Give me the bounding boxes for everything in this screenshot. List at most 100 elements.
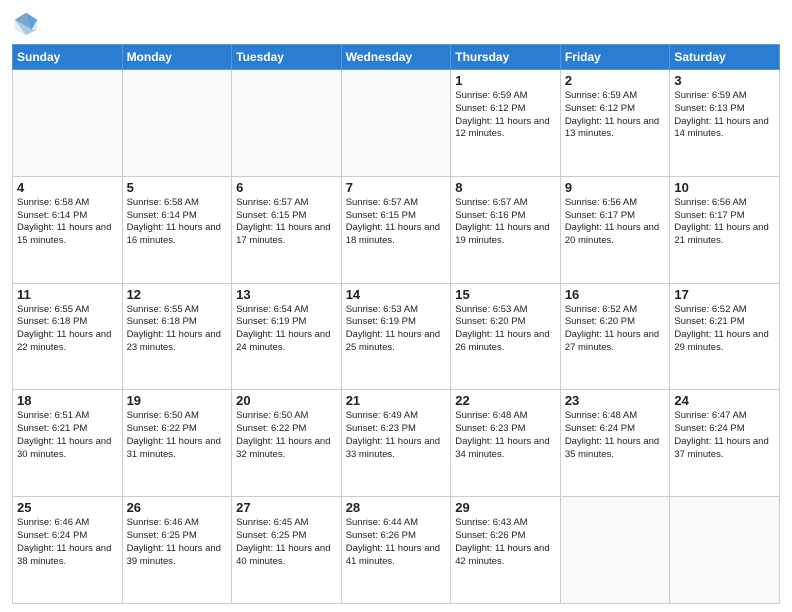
day-info: Sunrise: 6:43 AM Sunset: 6:26 PM Dayligh… <box>455 517 556 568</box>
calendar-cell <box>122 70 232 177</box>
day-number: 1 <box>455 73 556 88</box>
day-info: Sunrise: 6:44 AM Sunset: 6:26 PM Dayligh… <box>346 517 447 568</box>
day-info: Sunrise: 6:47 AM Sunset: 6:24 PM Dayligh… <box>674 410 775 461</box>
day-info: Sunrise: 6:50 AM Sunset: 6:22 PM Dayligh… <box>236 410 337 461</box>
day-number: 14 <box>346 287 447 302</box>
calendar-cell: 12 Sunrise: 6:55 AM Sunset: 6:18 PM Dayli… <box>122 283 232 390</box>
calendar-cell: 6Sunrise: 6:57 AM Sunset: 6:15 PM Daylig… <box>232 176 342 283</box>
calendar-cell: 5Sunrise: 6:58 AM Sunset: 6:14 PM Daylig… <box>122 176 232 283</box>
calendar-cell <box>341 70 451 177</box>
day-number: 8 <box>455 180 556 195</box>
calendar-cell: 18 Sunrise: 6:51 AM Sunset: 6:21 PM Dayli… <box>13 390 123 497</box>
day-info: Sunrise: 6:59 AM Sunset: 6:13 PM Dayligh… <box>674 90 775 141</box>
day-number: 22 <box>455 393 556 408</box>
day-info: Sunrise: 6:46 AM Sunset: 6:25 PM Dayligh… <box>127 517 228 568</box>
calendar-cell: 15 Sunrise: 6:53 AM Sunset: 6:20 PM Dayli… <box>451 283 561 390</box>
logo <box>12 10 44 38</box>
day-info: Sunrise: 6:48 AM Sunset: 6:24 PM Dayligh… <box>565 410 666 461</box>
calendar-cell: 22 Sunrise: 6:48 AM Sunset: 6:23 PM Dayli… <box>451 390 561 497</box>
day-info: Sunrise: 6:58 AM Sunset: 6:14 PM Dayligh… <box>127 197 228 248</box>
calendar-cell <box>232 70 342 177</box>
day-info: Sunrise: 6:49 AM Sunset: 6:23 PM Dayligh… <box>346 410 447 461</box>
day-info: Sunrise: 6:56 AM Sunset: 6:17 PM Dayligh… <box>674 197 775 248</box>
day-info: Sunrise: 6:48 AM Sunset: 6:23 PM Dayligh… <box>455 410 556 461</box>
calendar-cell: 27 Sunrise: 6:45 AM Sunset: 6:25 PM Dayli… <box>232 497 342 604</box>
logo-icon <box>12 10 40 38</box>
day-number: 19 <box>127 393 228 408</box>
calendar-cell: 4 Sunrise: 6:58 AM Sunset: 6:14 PM Daylig… <box>13 176 123 283</box>
day-info: Sunrise: 6:53 AM Sunset: 6:20 PM Dayligh… <box>455 304 556 355</box>
calendar-table: SundayMondayTuesdayWednesdayThursdayFrid… <box>12 44 780 604</box>
calendar-cell: 23 Sunrise: 6:48 AM Sunset: 6:24 PM Dayli… <box>560 390 670 497</box>
day-number: 16 <box>565 287 666 302</box>
day-number: 18 <box>17 393 118 408</box>
calendar-cell: 20 Sunrise: 6:50 AM Sunset: 6:22 PM Dayli… <box>232 390 342 497</box>
calendar-cell: 16Sunrise: 6:52 AM Sunset: 6:20 PM Dayli… <box>560 283 670 390</box>
calendar-cell: 7Sunrise: 6:57 AM Sunset: 6:15 PM Daylig… <box>341 176 451 283</box>
day-info: Sunrise: 6:59 AM Sunset: 6:12 PM Dayligh… <box>455 90 556 141</box>
day-info: Sunrise: 6:51 AM Sunset: 6:21 PM Dayligh… <box>17 410 118 461</box>
day-info: Sunrise: 6:52 AM Sunset: 6:21 PM Dayligh… <box>674 304 775 355</box>
calendar-cell: 17 Sunrise: 6:52 AM Sunset: 6:21 PM Dayli… <box>670 283 780 390</box>
weekday-header-thursday: Thursday <box>451 45 561 70</box>
day-info: Sunrise: 6:58 AM Sunset: 6:14 PM Dayligh… <box>17 197 118 248</box>
calendar-cell: 3 Sunrise: 6:59 AM Sunset: 6:13 PM Daylig… <box>670 70 780 177</box>
weekday-header-tuesday: Tuesday <box>232 45 342 70</box>
calendar-cell: 2Sunrise: 6:59 AM Sunset: 6:12 PM Daylig… <box>560 70 670 177</box>
day-number: 27 <box>236 500 337 515</box>
day-number: 4 <box>17 180 118 195</box>
calendar-cell: 1 Sunrise: 6:59 AM Sunset: 6:12 PM Daylig… <box>451 70 561 177</box>
calendar-cell <box>560 497 670 604</box>
weekday-header-friday: Friday <box>560 45 670 70</box>
calendar-cell: 24Sunrise: 6:47 AM Sunset: 6:24 PM Dayli… <box>670 390 780 497</box>
day-number: 7 <box>346 180 447 195</box>
day-number: 23 <box>565 393 666 408</box>
day-number: 25 <box>17 500 118 515</box>
week-row-0: 1 Sunrise: 6:59 AM Sunset: 6:12 PM Daylig… <box>13 70 780 177</box>
calendar-cell: 11Sunrise: 6:55 AM Sunset: 6:18 PM Dayli… <box>13 283 123 390</box>
weekday-header-wednesday: Wednesday <box>341 45 451 70</box>
day-info: Sunrise: 6:55 AM Sunset: 6:18 PM Dayligh… <box>127 304 228 355</box>
calendar-cell: 10Sunrise: 6:56 AM Sunset: 6:17 PM Dayli… <box>670 176 780 283</box>
calendar-cell: 19 Sunrise: 6:50 AM Sunset: 6:22 PM Dayli… <box>122 390 232 497</box>
day-info: Sunrise: 6:57 AM Sunset: 6:16 PM Dayligh… <box>455 197 556 248</box>
day-number: 13 <box>236 287 337 302</box>
week-row-1: 4 Sunrise: 6:58 AM Sunset: 6:14 PM Daylig… <box>13 176 780 283</box>
weekday-header-row: SundayMondayTuesdayWednesdayThursdayFrid… <box>13 45 780 70</box>
day-info: Sunrise: 6:55 AM Sunset: 6:18 PM Dayligh… <box>17 304 118 355</box>
day-number: 3 <box>674 73 775 88</box>
day-number: 12 <box>127 287 228 302</box>
day-number: 21 <box>346 393 447 408</box>
day-info: Sunrise: 6:45 AM Sunset: 6:25 PM Dayligh… <box>236 517 337 568</box>
calendar-cell: 28Sunrise: 6:44 AM Sunset: 6:26 PM Dayli… <box>341 497 451 604</box>
day-number: 2 <box>565 73 666 88</box>
day-info: Sunrise: 6:56 AM Sunset: 6:17 PM Dayligh… <box>565 197 666 248</box>
calendar-cell: 25 Sunrise: 6:46 AM Sunset: 6:24 PM Dayli… <box>13 497 123 604</box>
day-info: Sunrise: 6:50 AM Sunset: 6:22 PM Dayligh… <box>127 410 228 461</box>
day-info: Sunrise: 6:53 AM Sunset: 6:19 PM Dayligh… <box>346 304 447 355</box>
week-row-3: 18 Sunrise: 6:51 AM Sunset: 6:21 PM Dayli… <box>13 390 780 497</box>
week-row-4: 25 Sunrise: 6:46 AM Sunset: 6:24 PM Dayli… <box>13 497 780 604</box>
calendar-cell <box>670 497 780 604</box>
day-number: 15 <box>455 287 556 302</box>
calendar-cell: 8 Sunrise: 6:57 AM Sunset: 6:16 PM Daylig… <box>451 176 561 283</box>
weekday-header-sunday: Sunday <box>13 45 123 70</box>
week-row-2: 11Sunrise: 6:55 AM Sunset: 6:18 PM Dayli… <box>13 283 780 390</box>
calendar-cell: 29 Sunrise: 6:43 AM Sunset: 6:26 PM Dayli… <box>451 497 561 604</box>
calendar-cell: 13 Sunrise: 6:54 AM Sunset: 6:19 PM Dayli… <box>232 283 342 390</box>
day-number: 9 <box>565 180 666 195</box>
weekday-header-monday: Monday <box>122 45 232 70</box>
day-info: Sunrise: 6:46 AM Sunset: 6:24 PM Dayligh… <box>17 517 118 568</box>
calendar-cell <box>13 70 123 177</box>
day-number: 17 <box>674 287 775 302</box>
day-number: 6 <box>236 180 337 195</box>
calendar-cell: 21 Sunrise: 6:49 AM Sunset: 6:23 PM Dayli… <box>341 390 451 497</box>
header <box>12 10 780 38</box>
calendar-cell: 9 Sunrise: 6:56 AM Sunset: 6:17 PM Daylig… <box>560 176 670 283</box>
calendar-cell: 14 Sunrise: 6:53 AM Sunset: 6:19 PM Dayli… <box>341 283 451 390</box>
day-number: 29 <box>455 500 556 515</box>
day-info: Sunrise: 6:54 AM Sunset: 6:19 PM Dayligh… <box>236 304 337 355</box>
weekday-header-saturday: Saturday <box>670 45 780 70</box>
day-number: 26 <box>127 500 228 515</box>
day-number: 20 <box>236 393 337 408</box>
